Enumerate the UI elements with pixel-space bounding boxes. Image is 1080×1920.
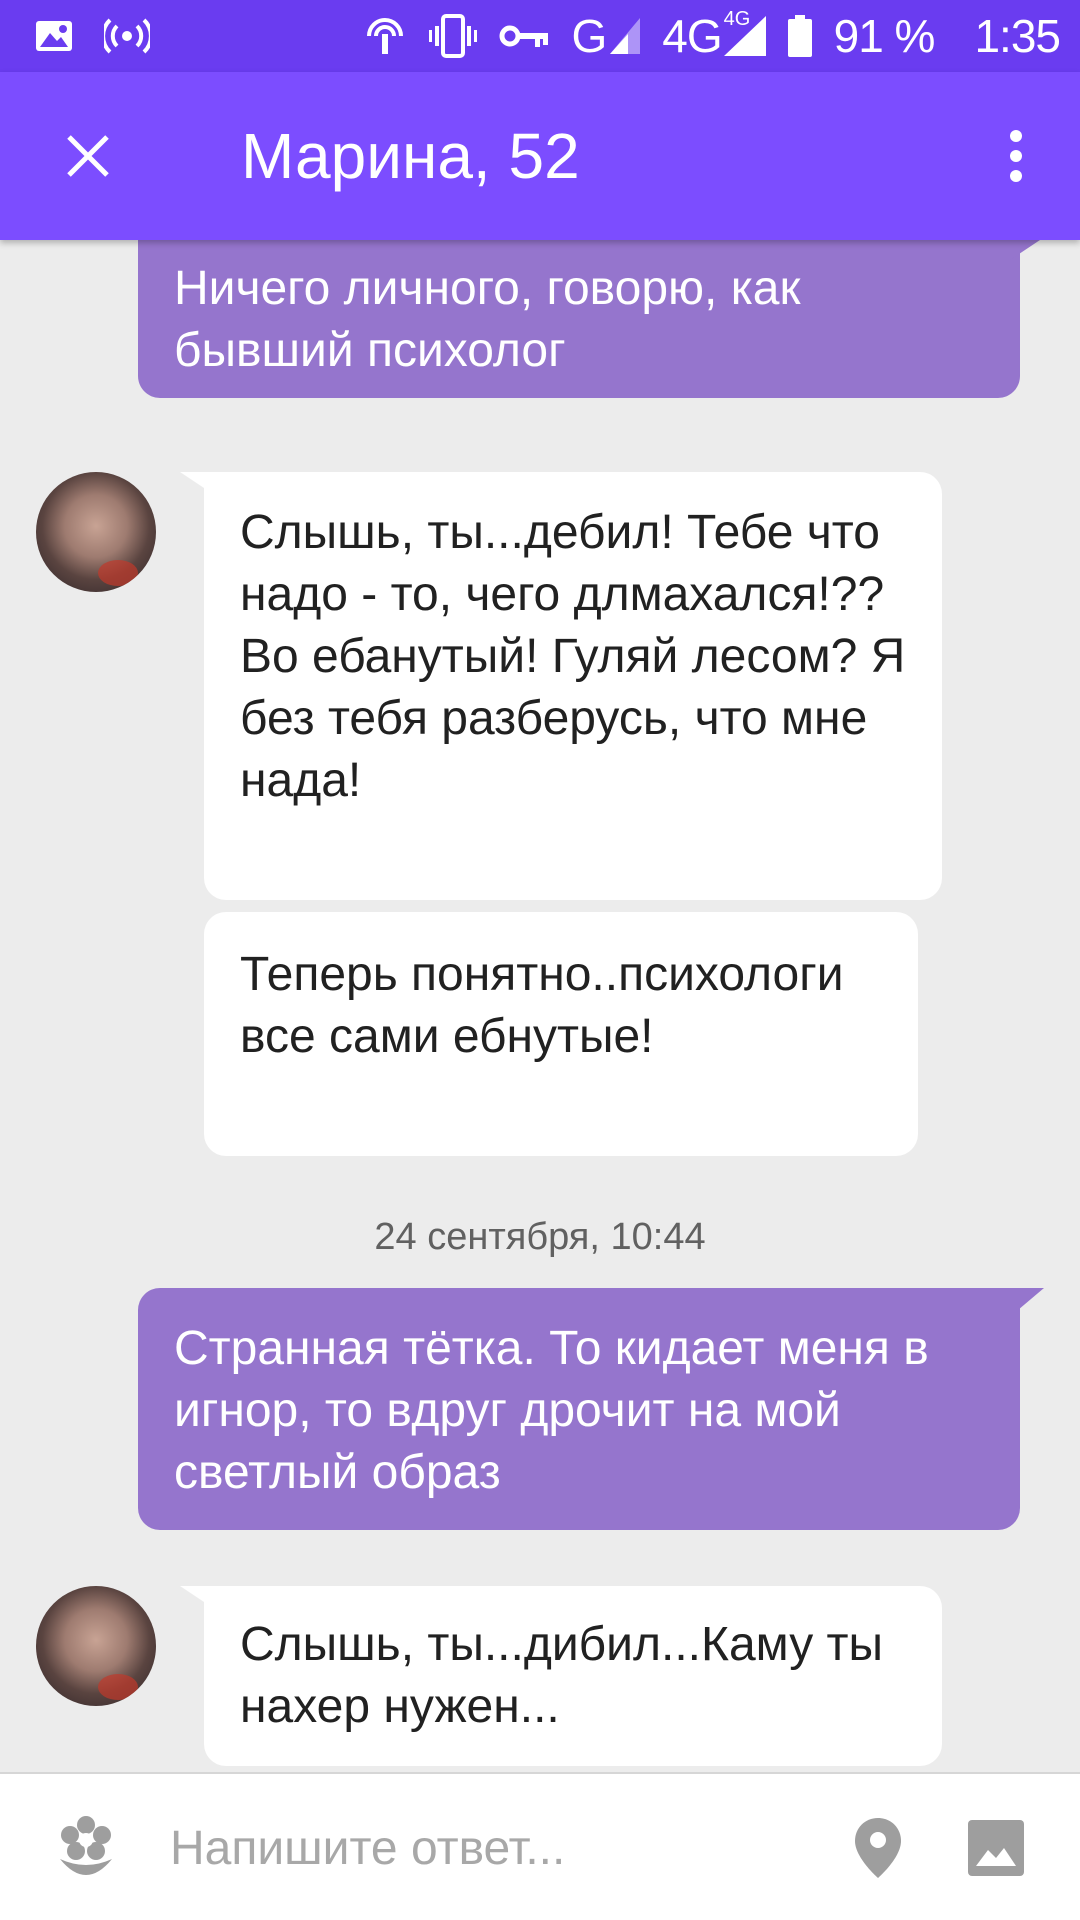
message-text: Странная тётка. То кидает меня в игнор, …	[174, 1322, 929, 1499]
battery-icon	[787, 15, 812, 57]
message-text: Слышь, ты...дебил! Тебе что надо - то, ч…	[240, 506, 906, 807]
network-type-label: G	[571, 10, 607, 62]
date-separator: 24 сентября, 10:44	[374, 1216, 706, 1258]
signal-icon	[610, 18, 641, 54]
outgoing-bubble-tail	[1018, 1288, 1044, 1310]
reply-input[interactable]	[168, 1808, 808, 1888]
image-notification-icon	[34, 19, 74, 53]
message-text: Теперь понятно..психологи все сами ебнут…	[240, 948, 844, 1063]
wifi-calling-icon	[363, 14, 407, 58]
signal-4g-icon: 4G	[723, 8, 766, 56]
incoming-message[interactable]: Слышь, ты...дибил...Каму ты нахер нужен.…	[204, 1586, 942, 1766]
status-right-icons: G 4G 4G 91 % 1:35	[363, 8, 1061, 63]
attach-image-button[interactable]	[958, 1810, 1034, 1886]
sticker-icon	[60, 1816, 112, 1875]
incoming-message[interactable]: Теперь понятно..психологи все сами ебнут…	[204, 912, 918, 1156]
vibrate-icon	[429, 14, 478, 58]
hotspot-icon	[104, 18, 150, 54]
more-options-button[interactable]	[972, 112, 1060, 200]
chat-messages[interactable]: Ничего личного, говорю, как бывший психо…	[0, 240, 1080, 1772]
vpn-key-icon	[499, 21, 549, 51]
close-icon	[67, 135, 109, 177]
page-title: Марина, 52	[241, 120, 580, 192]
image-icon	[968, 1820, 1024, 1876]
message-text: Ничего личного, говорю, как бывший психо…	[174, 262, 801, 377]
network-type-4g-label: 4G	[662, 10, 722, 62]
status-bar: G 4G 4G 91 % 1:35	[0, 0, 1080, 72]
message-text: Слышь, ты...дибил...Каму ты нахер нужен.…	[240, 1618, 884, 1733]
close-button[interactable]	[44, 112, 132, 200]
avatar[interactable]	[36, 1586, 156, 1706]
app-bar: Марина, 52	[0, 72, 1080, 240]
location-button[interactable]	[840, 1810, 916, 1886]
location-pin-icon	[855, 1818, 901, 1878]
battery-percent: 91 %	[833, 10, 936, 62]
avatar[interactable]	[36, 472, 156, 592]
outgoing-bubble-tail	[1010, 240, 1040, 260]
composer-bar	[0, 1772, 1080, 1920]
clock: 1:35	[974, 10, 1061, 62]
outgoing-message[interactable]: Странная тётка. То кидает меня в игнор, …	[138, 1288, 1020, 1530]
sticker-button[interactable]	[48, 1810, 124, 1886]
outgoing-message[interactable]: Ничего личного, говорю, как бывший психо…	[138, 240, 1020, 398]
incoming-message[interactable]: Слышь, ты...дебил! Тебе что надо - то, ч…	[204, 472, 942, 900]
status-left-icons	[34, 18, 150, 54]
more-vertical-icon	[1010, 130, 1022, 182]
network-sup-label: 4G	[723, 8, 751, 30]
